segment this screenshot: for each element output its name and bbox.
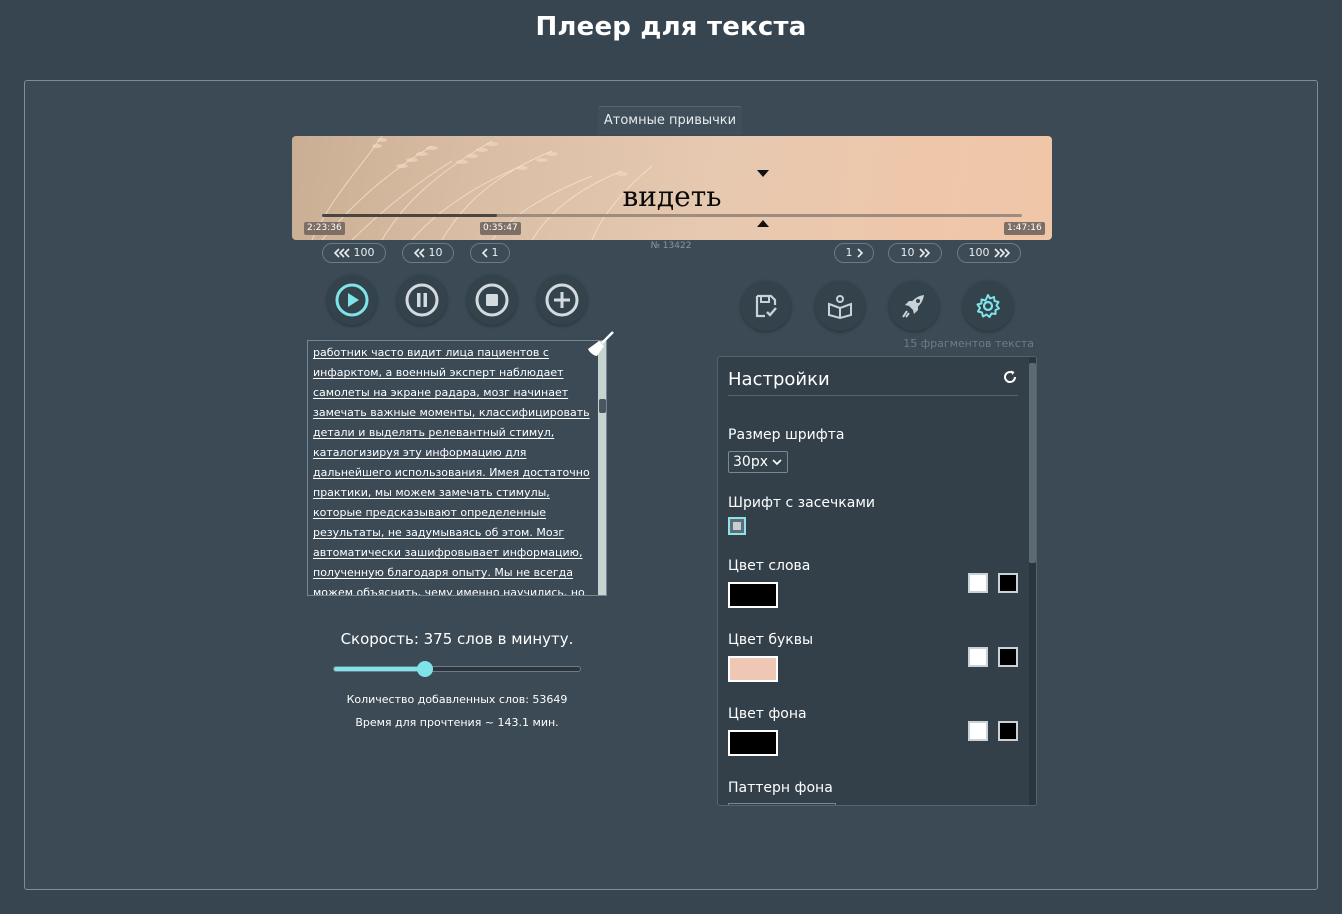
book-title-tab[interactable]: Атомные привычки [598, 106, 742, 135]
settings-scrollbar[interactable] [1029, 357, 1036, 805]
bg-color-picker[interactable] [728, 730, 778, 756]
text-line: замечать важные моменты, классифицироват… [313, 406, 590, 419]
skip-back-1-button[interactable]: 1 [470, 243, 510, 263]
chevron-left-icon [481, 248, 488, 258]
add-button[interactable] [537, 275, 587, 325]
skip-forward-10-button[interactable]: 10 [888, 243, 942, 263]
settings-panel: Настройки Размер шрифта 30px Шрифт с зас… [717, 356, 1037, 806]
triple-chevron-right-icon [993, 248, 1010, 258]
font-size-value: 30px [733, 454, 768, 470]
word-color-white-preset[interactable] [968, 573, 988, 593]
words-added-count: Количество добавленных слов: 53649 [346, 693, 568, 706]
word-color-picker[interactable] [728, 582, 778, 608]
text-line: полученную благодаря опыту. Мы не всегда [313, 566, 573, 579]
text-input-scroll-thumb[interactable] [599, 399, 606, 413]
speed-slider-fill [334, 667, 426, 671]
stop-button[interactable] [467, 275, 517, 325]
skip-forward-1-button[interactable]: 1 [834, 243, 874, 263]
read-time-estimate: Время для прочтения ~ 143.1 мин. [355, 716, 559, 729]
text-line: автоматически зашифровывает информацию, [313, 546, 583, 559]
text-input-content: работник часто видит лица пациентов с ин… [313, 343, 595, 596]
save-button[interactable] [741, 281, 791, 331]
settings-header: Настройки [728, 369, 1018, 396]
speed-slider-thumb[interactable] [416, 661, 433, 677]
text-line: детали и выделять релевантный стимул, [313, 426, 555, 439]
double-chevron-left-icon [413, 248, 425, 258]
fragments-count: 15 фрагментов текста [903, 337, 1034, 350]
text-line: дальнейшего использования. Имея достаточ… [313, 466, 590, 479]
skip-forward-1-label: 1 [845, 246, 853, 259]
page-title: Плеер для текста [535, 12, 807, 42]
skip-forward-100-button[interactable]: 100 [957, 243, 1021, 263]
text-input-area[interactable]: работник часто видит лица пациентов с ин… [307, 340, 607, 596]
letter-color-picker[interactable] [728, 656, 778, 682]
triple-chevron-left-icon [333, 248, 350, 258]
text-input-scrollbar[interactable] [598, 341, 606, 595]
word-color-label: Цвет слова [728, 558, 811, 574]
speed-slider[interactable] [333, 666, 581, 672]
font-size-label: Размер шрифта [728, 427, 845, 443]
text-line: инфарктом, а военный эксперт наблюдает [313, 366, 564, 379]
gear-icon [976, 294, 1000, 318]
play-button[interactable] [327, 275, 377, 325]
font-size-select[interactable]: 30px [728, 451, 788, 473]
current-word: видеть [622, 180, 722, 213]
word-marker-top [757, 170, 769, 177]
add-icon [545, 283, 579, 317]
skip-back-100-button[interactable]: 100 [322, 243, 386, 263]
letter-color-white-preset[interactable] [968, 647, 988, 667]
bg-color-white-preset[interactable] [968, 721, 988, 741]
chevron-down-icon [772, 459, 782, 466]
text-line: самолеты на экране радара, мозг начинает [313, 386, 569, 399]
word-color-black-preset[interactable] [998, 573, 1018, 593]
skip-back-100-label: 100 [353, 246, 375, 259]
stop-icon [475, 283, 509, 317]
skip-back-10-button[interactable]: 10 [402, 243, 454, 263]
time-current-label: 0:35:47 [480, 222, 521, 235]
letter-color-label: Цвет буквы [728, 632, 814, 648]
skip-forward-10-label: 10 [900, 246, 915, 259]
chevron-right-icon [856, 248, 863, 258]
letter-color-black-preset[interactable] [998, 647, 1018, 667]
double-chevron-right-icon [918, 248, 930, 258]
bg-color-black-preset[interactable] [998, 721, 1018, 741]
time-remaining-label: 1:47:16 [1004, 222, 1045, 235]
settings-button[interactable] [963, 281, 1013, 331]
pause-icon [405, 283, 439, 317]
text-line: работник часто видит лица пациентов с [313, 346, 549, 359]
rocket-icon [902, 295, 924, 318]
word-display: видеть 2:23:36 0:35:47 1:47:16 [292, 136, 1052, 240]
open-book-icon [828, 295, 852, 320]
save-check-icon [755, 294, 777, 318]
refresh-icon[interactable] [1002, 369, 1018, 385]
text-line: которые предсказывают определенные [313, 506, 547, 519]
text-line: можем объяснить, чему именно научились, … [313, 586, 585, 596]
text-line: практики, мы можем замечать стимулы, [313, 486, 550, 499]
text-line: результаты, не задумываясь об этом. Мозг [313, 526, 565, 539]
play-icon [335, 283, 369, 317]
word-marker-bottom [757, 220, 769, 227]
broom-clear-icon[interactable] [585, 330, 615, 360]
skip-back-10-label: 10 [428, 246, 443, 259]
skip-forward-100-label: 100 [968, 246, 990, 259]
pause-button[interactable] [397, 275, 447, 325]
progress-bar[interactable] [322, 214, 1022, 217]
speed-label: Скорость: 375 слов в минуту. [340, 630, 574, 648]
bg-color-label: Цвет фона [728, 706, 807, 722]
time-total-label: 2:23:36 [304, 222, 345, 235]
fragment-number: № 13422 [650, 241, 692, 251]
settings-title: Настройки [728, 369, 830, 390]
skip-back-1-label: 1 [491, 246, 499, 259]
settings-scroll-thumb[interactable] [1029, 363, 1036, 563]
serif-font-label: Шрифт с засечками [728, 495, 875, 511]
progress-fill [322, 214, 497, 217]
bg-pattern-label: Паттерн фона [728, 780, 833, 796]
serif-font-checkbox[interactable] [728, 517, 746, 535]
speed-mode-button[interactable] [889, 281, 939, 331]
text-line: каталогизируя эту информацию для [313, 446, 527, 459]
bg-pattern-select[interactable] [728, 803, 836, 805]
reader-button[interactable] [815, 281, 865, 331]
